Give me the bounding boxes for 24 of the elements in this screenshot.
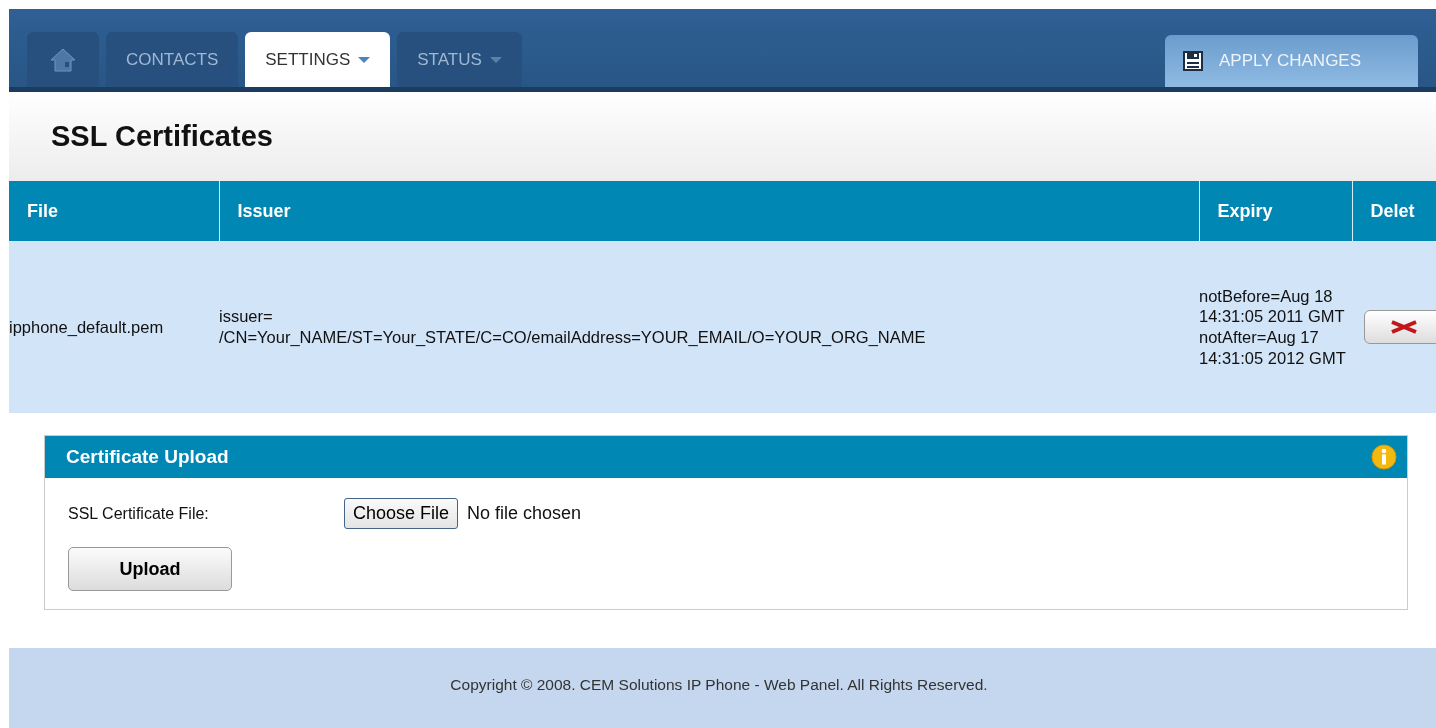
table-cell: notBefore=Aug 18 14:31:05 2011 GMT notAfter=Aug 17 14:31:05 2012 GMT [1199,241,1352,413]
field-label: SSL Certificate File: [68,503,210,524]
nav-tab[interactable]: STATUS [397,32,522,87]
upload-button[interactable]: Upload [68,547,232,591]
delete-button[interactable] [1364,310,1436,344]
column-header: File [9,181,219,241]
file-status: No file chosen [467,502,582,525]
save-icon [1183,51,1203,71]
table-cell: ipphone_default.pem [9,241,219,413]
nav-tab[interactable]: SETTINGS [245,32,391,87]
column-header: Expiry [1199,181,1352,241]
nav-tab[interactable]: CONTACTS [106,32,239,87]
column-header: Issuer [219,181,1199,241]
table-cell: issuer= /CN=Your_NAME/ST=Your_STATE/C=CO/emailAddress=YOUR_EMAIL/O=YOUR_ORG_NAME [219,241,1199,413]
close-icon [1389,320,1419,334]
copyright-text: Copyright © 2008. CEM Solutions IP Phone - Web Panel. All Rights Reserved. [450,675,988,696]
choose-file-button[interactable]: Choose File [344,498,459,529]
caret-icon [358,56,371,63]
home-icon [49,46,77,73]
page-title: SSL Certificates [51,119,273,154]
panel-title: Certificate Upload [66,445,229,469]
column-header: Delet [1352,181,1436,241]
info-icon[interactable] [1371,444,1397,470]
caret-icon [489,56,502,63]
